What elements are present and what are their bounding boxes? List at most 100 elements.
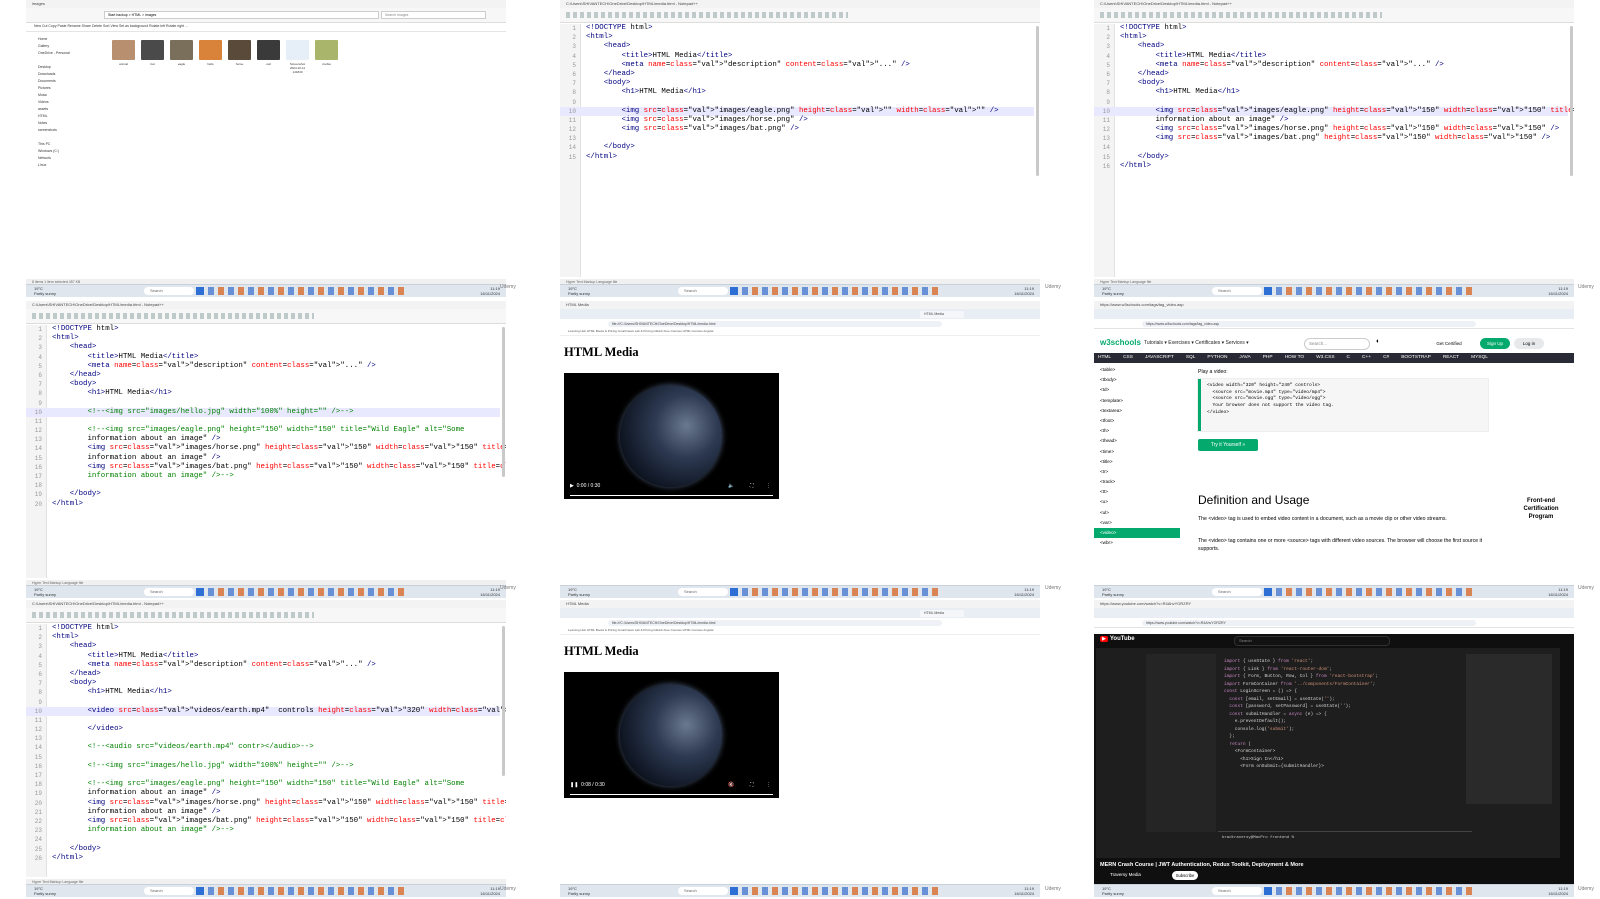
code-line[interactable]: 22 <img src=class="val">"images/bat.png"… (26, 817, 506, 826)
taskbar-search[interactable]: Search (144, 287, 194, 295)
search-input[interactable]: Search images (381, 11, 486, 19)
weather-widget[interactable]: 19°C Partly sunny (34, 587, 56, 597)
sidebar-item[interactable]: <ul> (1094, 508, 1180, 518)
topnav-item[interactable]: SQL (1186, 355, 1196, 360)
get-certified-button[interactable]: Get Certified (1424, 338, 1474, 349)
code-line[interactable]: 16 </html> (1094, 162, 1568, 171)
signup-button[interactable]: Sign Up (1480, 338, 1510, 349)
more-icon[interactable]: ⋮ (766, 780, 771, 790)
code-line[interactable]: 10 <img src=class="val">"images/eagle.pn… (1094, 106, 1574, 116)
code-line[interactable]: 19 information about an image" /> (26, 789, 500, 798)
code-line[interactable]: 4 <title>HTML Media</title> (1094, 52, 1568, 61)
video-progress[interactable] (570, 495, 773, 496)
taskbar-apps[interactable] (208, 287, 408, 295)
nav-item[interactable]: Linux (30, 162, 102, 169)
code-line[interactable]: 16 <!--<img src="images/hello.jpg" width… (26, 762, 500, 771)
nav-item[interactable]: Network (30, 155, 102, 162)
tab-strip[interactable] (1094, 608, 1574, 618)
code-line[interactable]: 11 information about an image" /> (1094, 116, 1568, 125)
code-line[interactable]: 5 <meta name=class="val">"description" c… (1094, 61, 1568, 70)
code-line[interactable]: 6 </head> (1094, 70, 1568, 79)
sidebar-item[interactable]: <tbody> (1094, 375, 1180, 385)
w3-menu[interactable]: Tutorials ▾ Exercises ▾ Certificates ▾ S… (1144, 340, 1249, 346)
topnav-item[interactable]: CSS (1123, 355, 1133, 360)
code-line[interactable]: 14 <!--<audio src="videos/earth.mp4" con… (26, 743, 500, 752)
address-bar[interactable]: Start backup > HTML > images (104, 11, 379, 19)
nav-item[interactable]: Pictures (30, 85, 102, 92)
code-line[interactable]: 4 <title>HTML Media</title> (26, 353, 500, 362)
code-line[interactable]: 10 <img src=class="val">"images/eagle.pn… (560, 106, 1034, 116)
nav-item[interactable]: assets (30, 106, 102, 113)
weather-widget[interactable]: 19°C Partly sunny (1102, 886, 1124, 896)
code-line[interactable]: 14 (1094, 143, 1568, 152)
topnav-item[interactable]: C++ (1362, 355, 1371, 360)
nav-item[interactable]: Downloads (30, 71, 102, 78)
sidebar-item[interactable]: <table> (1094, 365, 1180, 375)
windows-start-icon[interactable] (1264, 287, 1272, 295)
topnav-item[interactable]: BOOTSTRAP (1401, 355, 1431, 360)
taskbar-search[interactable]: Search (1212, 887, 1262, 895)
code-line[interactable]: 1 <!DOCTYPE html> (1094, 24, 1568, 33)
taskbar-search[interactable]: Search (678, 588, 728, 596)
code-area[interactable]: 1 <!DOCTYPE html> 2 <html> 3 <head> 4 <title>… (1094, 24, 1574, 277)
code-line[interactable]: 20 <img src=class="val">"images/horse.pn… (26, 799, 506, 808)
topnav-item[interactable]: JAVASCRIPT (1145, 355, 1174, 360)
taskbar-apps[interactable] (742, 588, 942, 596)
video-player[interactable]: ▶ 0:00 / 0:30 🔈 ⛶ ⋮ (564, 373, 779, 499)
taskbar-apps[interactable] (1276, 588, 1476, 596)
code-line[interactable]: 1 <!DOCTYPE html> (26, 325, 500, 334)
windows-start-icon[interactable] (1264, 588, 1272, 596)
code-line[interactable]: 1 <!DOCTYPE html> (26, 624, 500, 633)
sidebar-item[interactable]: <var> (1094, 518, 1180, 528)
code-line[interactable]: 8 <h1>HTML Media</h1> (1094, 88, 1568, 97)
topnav-item[interactable]: HTML (1098, 355, 1111, 360)
topnav-item[interactable]: PYTHON (1207, 355, 1227, 360)
code-line[interactable]: 18 <!--<img src="images/eagle.png" heigh… (26, 780, 500, 789)
contrast-icon[interactable]: ◐ (1376, 338, 1380, 345)
weather-widget[interactable]: 19°C Partly sunny (568, 886, 590, 896)
code-line[interactable]: 20 </html> (26, 500, 500, 509)
topnav-item[interactable]: C# (1383, 355, 1389, 360)
code-line[interactable]: 6 </head> (560, 70, 1034, 79)
windows-start-icon[interactable] (196, 287, 204, 295)
sidebar-item[interactable]: <tr> (1094, 467, 1180, 477)
tab-strip[interactable] (1094, 309, 1574, 319)
code-line[interactable]: 26 </html> (26, 854, 500, 863)
windows-start-icon[interactable] (730, 287, 738, 295)
sidebar-item[interactable]: <title> (1094, 457, 1180, 467)
code-line[interactable]: 24 (26, 835, 500, 844)
file-item[interactable]: eagle (170, 40, 193, 74)
nav-item[interactable]: Notes (30, 120, 102, 127)
file-item[interactable]: zoobie (315, 40, 338, 74)
yt-video-player[interactable]: import { useState } from 'react'; import … (1096, 648, 1560, 858)
w3schools-logo[interactable]: w3schools (1100, 338, 1141, 347)
code-line[interactable]: 9 (26, 698, 500, 707)
code-line[interactable]: 5 <meta name=class="val">"description" c… (26, 362, 500, 371)
code-line[interactable]: 12 <img src=class="val">"images/horse.pn… (1094, 125, 1568, 134)
weather-widget[interactable]: 19°C Partly sunny (1102, 587, 1124, 597)
play-icon[interactable]: ▶ (570, 483, 574, 489)
code-line[interactable]: 14 </body> (560, 143, 1034, 152)
file-item[interactable]: hello (199, 40, 222, 74)
code-line[interactable]: 6 </head> (26, 670, 500, 679)
code-line[interactable]: 9 (1094, 98, 1568, 107)
weather-widget[interactable]: 19°C Partly sunny (34, 286, 56, 296)
nav-item[interactable]: Gallery (30, 43, 102, 50)
code-line[interactable]: 7 <body> (26, 380, 500, 389)
taskbar-apps[interactable] (742, 887, 942, 895)
code-line[interactable]: 8 <h1>HTML Media</h1> (26, 688, 500, 697)
tab-html-media[interactable]: HTML Media (920, 610, 964, 617)
nav-item[interactable]: This PC (30, 141, 102, 148)
toolbar-icons[interactable] (32, 313, 314, 319)
url-input[interactable]: https://www.w3schools.com/tags/tag_video… (1142, 320, 1476, 327)
topnav-item[interactable]: JAVA (1239, 355, 1250, 360)
code-line[interactable]: 12 </video> (26, 725, 500, 734)
code-line[interactable]: 3 <head> (26, 642, 500, 651)
topnav-item[interactable]: HOW TO (1285, 355, 1305, 360)
sidebar-item[interactable]: <wbr> (1094, 538, 1180, 548)
code-line[interactable]: 18 (26, 481, 500, 490)
sidebar-item[interactable]: <td> (1094, 385, 1180, 395)
scrollbar[interactable] (502, 327, 505, 477)
code-line[interactable]: 4 <title>HTML Media</title> (26, 652, 500, 661)
video-player[interactable]: ❚❚ 0:08 / 0:30 🔇 ⛶ ⋮ (564, 672, 779, 798)
